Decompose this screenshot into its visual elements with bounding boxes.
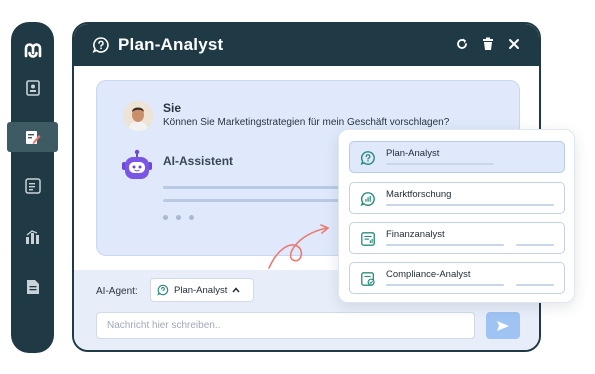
typing-line <box>163 199 353 202</box>
close-icon[interactable] <box>507 36 521 52</box>
agent-option-finanzanalyst[interactable]: Finanzanalyst <box>349 222 565 254</box>
chevron-up-icon <box>232 287 240 293</box>
agent-option-compliance-analyst[interactable]: Compliance-Analyst <box>349 262 565 294</box>
sidebar-item-receipts[interactable] <box>11 174 54 198</box>
sidebar-item-analytics[interactable] <box>11 225 54 249</box>
chat-question-icon <box>92 37 109 53</box>
option-subline <box>516 244 554 246</box>
assistant-name: AI-Assistent <box>163 154 234 168</box>
option-subline <box>386 163 494 165</box>
agent-option-plan-analyst[interactable]: Plan-Analyst <box>349 141 565 173</box>
option-label: Compliance-Analyst <box>386 269 471 280</box>
trash-icon[interactable] <box>481 36 495 52</box>
window-title: Plan-Analyst <box>118 35 224 54</box>
option-subline <box>386 204 554 206</box>
option-label: Finanzanalyst <box>386 229 445 240</box>
sidebar-item-contacts[interactable] <box>11 76 54 100</box>
agent-select[interactable]: Plan-Analyst <box>150 278 254 302</box>
message-input[interactable]: Nachricht hier schreiben.. <box>96 312 475 339</box>
curly-arrow-icon <box>268 224 330 269</box>
user-message: Können Sie Marketingstrategien für mein … <box>163 117 450 128</box>
user-name: Sie <box>163 101 182 115</box>
chat-question-icon <box>157 284 169 296</box>
window-titlebar: Plan-Analyst <box>74 24 539 66</box>
agent-select-value: Plan-Analyst <box>174 284 228 296</box>
receipt-list-icon <box>24 178 41 194</box>
option-subline <box>516 284 554 286</box>
sidebar <box>7 22 58 353</box>
document-icon <box>26 280 39 294</box>
compliance-doc-icon <box>360 271 376 287</box>
agent-label: AI-Agent: <box>96 286 138 297</box>
finance-doc-icon <box>360 231 376 247</box>
edit-document-icon <box>25 131 40 144</box>
contacts-book-icon <box>25 80 40 96</box>
option-label: Marktforschung <box>386 189 452 200</box>
send-icon <box>497 320 509 331</box>
send-button[interactable] <box>486 312 520 339</box>
logo-icon[interactable] <box>11 38 54 62</box>
sidebar-item-edit[interactable] <box>7 122 58 152</box>
app-stage: Plan-Analyst Sie Können Sie Marketingstr… <box>0 0 595 374</box>
user-avatar <box>123 101 153 131</box>
window-actions <box>455 36 521 52</box>
agent-dropdown: Plan-Analyst Marktforschung Finanzanalys… <box>338 129 575 303</box>
chat-question-icon <box>360 150 376 166</box>
typing-dot <box>189 215 194 220</box>
refresh-icon[interactable] <box>455 36 469 52</box>
option-subline <box>386 244 504 246</box>
option-subline <box>386 284 504 286</box>
chart-icon <box>25 230 39 244</box>
option-label: Plan-Analyst <box>386 148 440 159</box>
sidebar-item-documents[interactable] <box>11 275 54 299</box>
typing-dot <box>176 215 181 220</box>
robot-icon <box>121 149 153 183</box>
typing-dot <box>163 215 168 220</box>
signal-chat-icon <box>360 191 376 207</box>
typing-line <box>163 186 353 189</box>
agent-option-marktforschung[interactable]: Marktforschung <box>349 182 565 214</box>
